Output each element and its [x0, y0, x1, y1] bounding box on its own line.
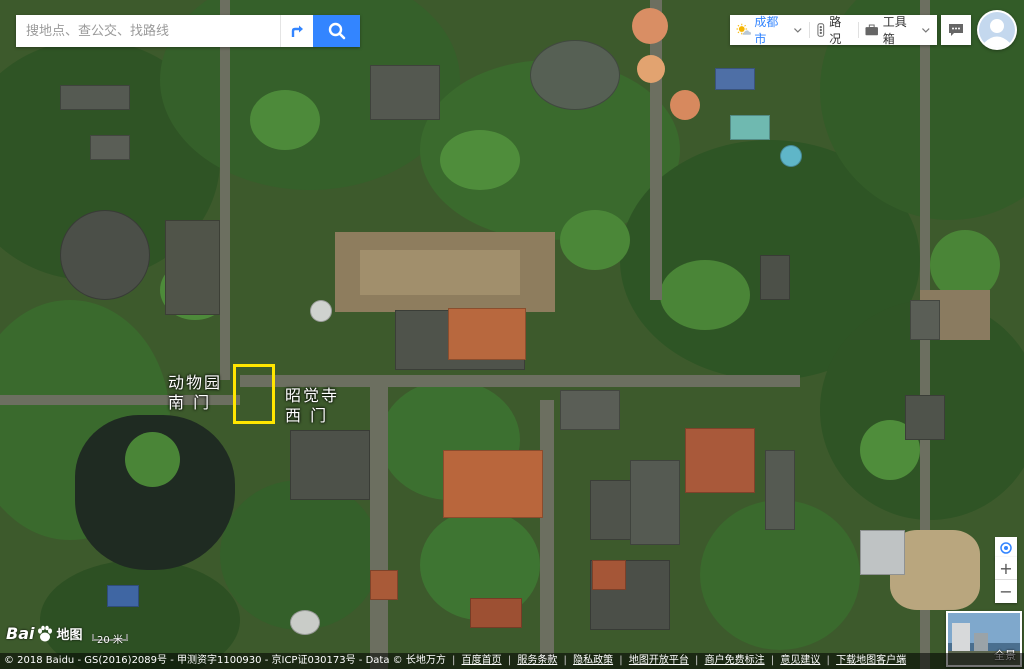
- building: [760, 255, 790, 300]
- search-button[interactable]: [313, 15, 360, 47]
- message-button[interactable]: [941, 15, 971, 45]
- building: [370, 65, 440, 120]
- zoom-control: + −: [995, 557, 1017, 603]
- tree-canopy: [250, 90, 320, 150]
- ride: [632, 8, 668, 44]
- ride: [637, 55, 665, 83]
- traffic-button[interactable]: 路况: [810, 15, 859, 46]
- traffic-label: 路况: [829, 15, 842, 46]
- temple-roof: [370, 570, 398, 600]
- building: [630, 460, 680, 545]
- building: [780, 145, 802, 167]
- building: [107, 585, 139, 607]
- tree-canopy: [560, 210, 630, 270]
- building: [860, 530, 905, 575]
- building: [290, 610, 320, 635]
- building: [715, 68, 755, 90]
- building: [60, 85, 130, 110]
- chat-bubble-icon: [949, 24, 963, 36]
- city-name: 成都市: [754, 15, 779, 46]
- search-box: [16, 15, 360, 47]
- footer-link-terms[interactable]: 服务条款: [517, 655, 557, 666]
- toolbox-icon: [865, 24, 879, 36]
- divider: |: [695, 655, 699, 666]
- search-input[interactable]: [16, 15, 281, 47]
- building: [765, 450, 795, 530]
- tree-canopy: [220, 480, 380, 630]
- toolbox-label: 工具箱: [882, 15, 907, 46]
- building: [60, 210, 150, 300]
- building: [165, 220, 220, 315]
- directions-button[interactable]: [280, 15, 313, 47]
- zoom-in-button[interactable]: +: [995, 557, 1017, 579]
- highlight-marker: [233, 364, 275, 424]
- temple-roof: [592, 560, 626, 590]
- footer-link-merchant[interactable]: 商户免费标注: [705, 655, 765, 666]
- logo-text: 地图: [56, 628, 83, 643]
- temple-roof: [448, 308, 526, 360]
- temple-roof: [443, 450, 543, 518]
- toolbox-button[interactable]: 工具箱: [859, 15, 937, 46]
- building: [905, 395, 945, 440]
- baidu-logo[interactable]: Bai 地图: [6, 624, 83, 643]
- footer-link-home[interactable]: 百度首页: [462, 655, 502, 666]
- building: [290, 430, 370, 500]
- temple-roof: [470, 598, 522, 628]
- building: [910, 300, 940, 340]
- logo-brand: Bai: [6, 624, 35, 643]
- scale-label: 20 米: [97, 635, 123, 646]
- building: [590, 480, 635, 540]
- top-toolbar: 成都市 路况 工具箱: [730, 15, 937, 46]
- chevron-down-icon: [922, 28, 930, 33]
- divider: |: [619, 655, 623, 666]
- road: [650, 0, 662, 300]
- ride: [670, 90, 700, 120]
- search-icon: [328, 22, 345, 40]
- building: [730, 115, 770, 140]
- zoom-out-button[interactable]: −: [995, 580, 1017, 602]
- locate-button[interactable]: [995, 537, 1017, 559]
- paw-icon: [38, 625, 53, 641]
- copyright-text: © 2018 Baidu - GS(2016)2089号 - 甲测资字11009…: [4, 655, 446, 666]
- road: [540, 400, 554, 660]
- footer-link-privacy[interactable]: 隐私政策: [573, 655, 613, 666]
- divider: |: [826, 655, 830, 666]
- zhaojue-west-gate-label: 昭觉寺 西 门: [285, 386, 340, 425]
- divider: |: [452, 655, 456, 666]
- road: [370, 385, 388, 669]
- sun-icon: [736, 23, 752, 35]
- traffic-light-icon: [817, 23, 824, 37]
- route-arrow-icon: [291, 25, 304, 37]
- user-icon: [979, 12, 1015, 48]
- building: [530, 40, 620, 110]
- footer-link-download[interactable]: 下载地图客户端: [836, 655, 906, 666]
- building: [310, 300, 332, 322]
- tree-canopy: [660, 260, 750, 330]
- zoo-south-gate-label: 动物园 南 门: [168, 373, 223, 412]
- road: [220, 0, 230, 380]
- bare-ground: [360, 250, 520, 295]
- footer-bar: © 2018 Baidu - GS(2016)2089号 - 甲测资字11009…: [0, 653, 1024, 669]
- island: [125, 432, 180, 487]
- chevron-down-icon: [794, 28, 802, 33]
- divider: |: [563, 655, 567, 666]
- temple-roof: [685, 428, 755, 493]
- locate-icon: [1000, 542, 1012, 554]
- satellite-map[interactable]: 动物园 南 门 昭觉寺 西 门: [0, 0, 1024, 669]
- building: [560, 390, 620, 430]
- tree-canopy: [440, 130, 520, 190]
- divider: |: [507, 655, 512, 666]
- city-selector[interactable]: 成都市: [730, 15, 809, 46]
- building: [90, 135, 130, 160]
- divider: |: [770, 655, 775, 666]
- footer-link-open-platform[interactable]: 地图开放平台: [629, 655, 689, 666]
- footer-link-feedback[interactable]: 意见建议: [780, 655, 820, 666]
- avatar[interactable]: [977, 10, 1017, 50]
